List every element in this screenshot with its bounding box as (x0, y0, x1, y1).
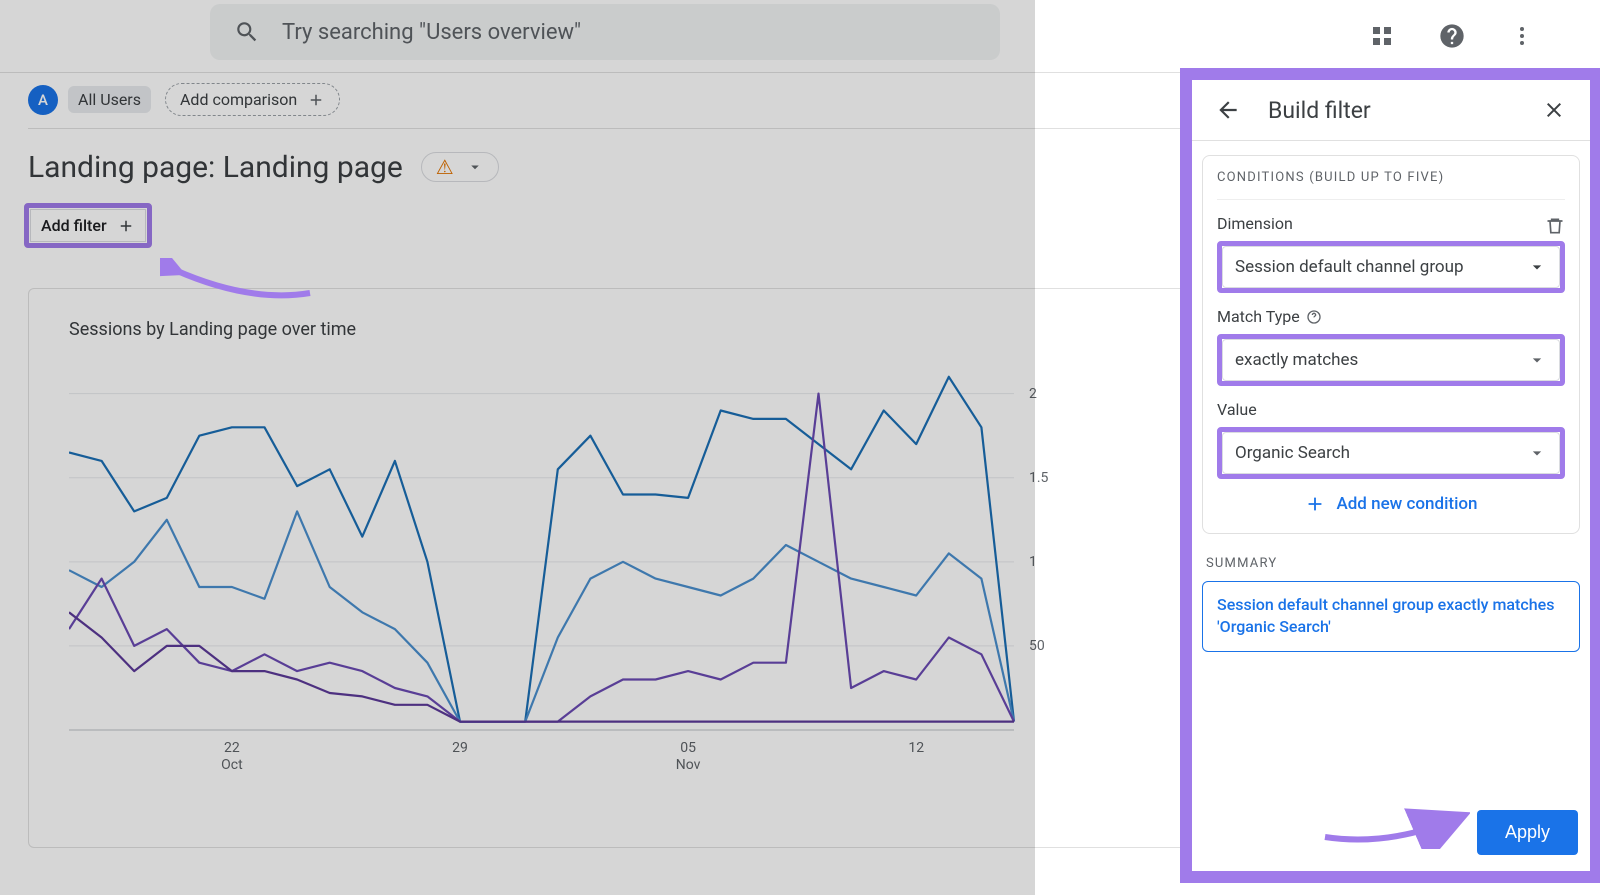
line-chart: 5011.5222Oct2905Nov12 (69, 360, 1034, 760)
summary-text: Session default channel group exactly ma… (1202, 581, 1580, 652)
dimension-select[interactable]: Session default channel group (1222, 246, 1560, 288)
apps-icon[interactable] (1364, 18, 1400, 54)
value-value: Organic Search (1235, 443, 1350, 463)
help-outline-icon[interactable] (1306, 309, 1322, 325)
dimension-label: Dimension (1217, 214, 1293, 233)
plus-icon (1304, 493, 1326, 515)
add-filter-button[interactable]: Add filter (30, 209, 146, 242)
data-quality-pill[interactable]: ⚠ (421, 152, 499, 182)
caret-down-icon (1527, 443, 1547, 463)
build-filter-panel: Build filter CONDITIONS (BUILD UP TO FIV… (1180, 68, 1600, 883)
add-comparison-label: Add comparison (180, 90, 297, 109)
caret-down-icon (1527, 350, 1547, 370)
page-title: Landing page: Landing page (28, 150, 403, 185)
warning-icon: ⚠ (436, 157, 454, 177)
all-users-chip[interactable]: All Users (68, 86, 151, 113)
search-icon (234, 19, 260, 45)
add-new-condition-button[interactable]: Add new condition (1217, 493, 1565, 515)
conditions-header: CONDITIONS (BUILD UP TO FIVE) (1217, 170, 1565, 200)
plus-icon (117, 217, 135, 235)
close-icon[interactable] (1536, 92, 1572, 128)
search-bar[interactable]: Try searching "Users overview" (210, 4, 1000, 60)
match-type-value: exactly matches (1235, 350, 1358, 370)
match-type-select[interactable]: exactly matches (1222, 339, 1560, 381)
help-icon[interactable] (1434, 18, 1470, 54)
avatar[interactable]: A (28, 85, 58, 115)
add-new-condition-label: Add new condition (1336, 494, 1477, 514)
x-tick: 29 (452, 740, 468, 757)
value-label: Value (1217, 400, 1565, 419)
y-tick: 50 (1029, 638, 1045, 654)
y-tick: 1.5 (1029, 470, 1048, 486)
match-type-label: Match Type (1217, 307, 1300, 326)
plus-icon (307, 91, 325, 109)
add-comparison-button[interactable]: Add comparison (165, 83, 340, 116)
back-arrow-icon[interactable] (1210, 92, 1246, 128)
search-placeholder: Try searching "Users overview" (282, 20, 581, 45)
delete-condition-icon[interactable] (1545, 216, 1565, 240)
apply-button[interactable]: Apply (1477, 810, 1578, 855)
more-vert-icon[interactable] (1504, 18, 1540, 54)
summary-header: SUMMARY (1206, 556, 1576, 571)
x-tick: 05Nov (676, 740, 701, 774)
x-tick: 22Oct (221, 740, 243, 774)
value-select[interactable]: Organic Search (1222, 432, 1560, 474)
panel-title: Build filter (1268, 97, 1514, 124)
caret-down-icon (466, 158, 484, 176)
caret-down-icon (1527, 257, 1547, 277)
y-tick: 2 (1029, 386, 1037, 402)
x-tick: 12 (908, 740, 924, 757)
y-tick: 1 (1029, 554, 1037, 570)
dimension-value: Session default channel group (1235, 257, 1464, 277)
add-filter-label: Add filter (41, 216, 107, 235)
